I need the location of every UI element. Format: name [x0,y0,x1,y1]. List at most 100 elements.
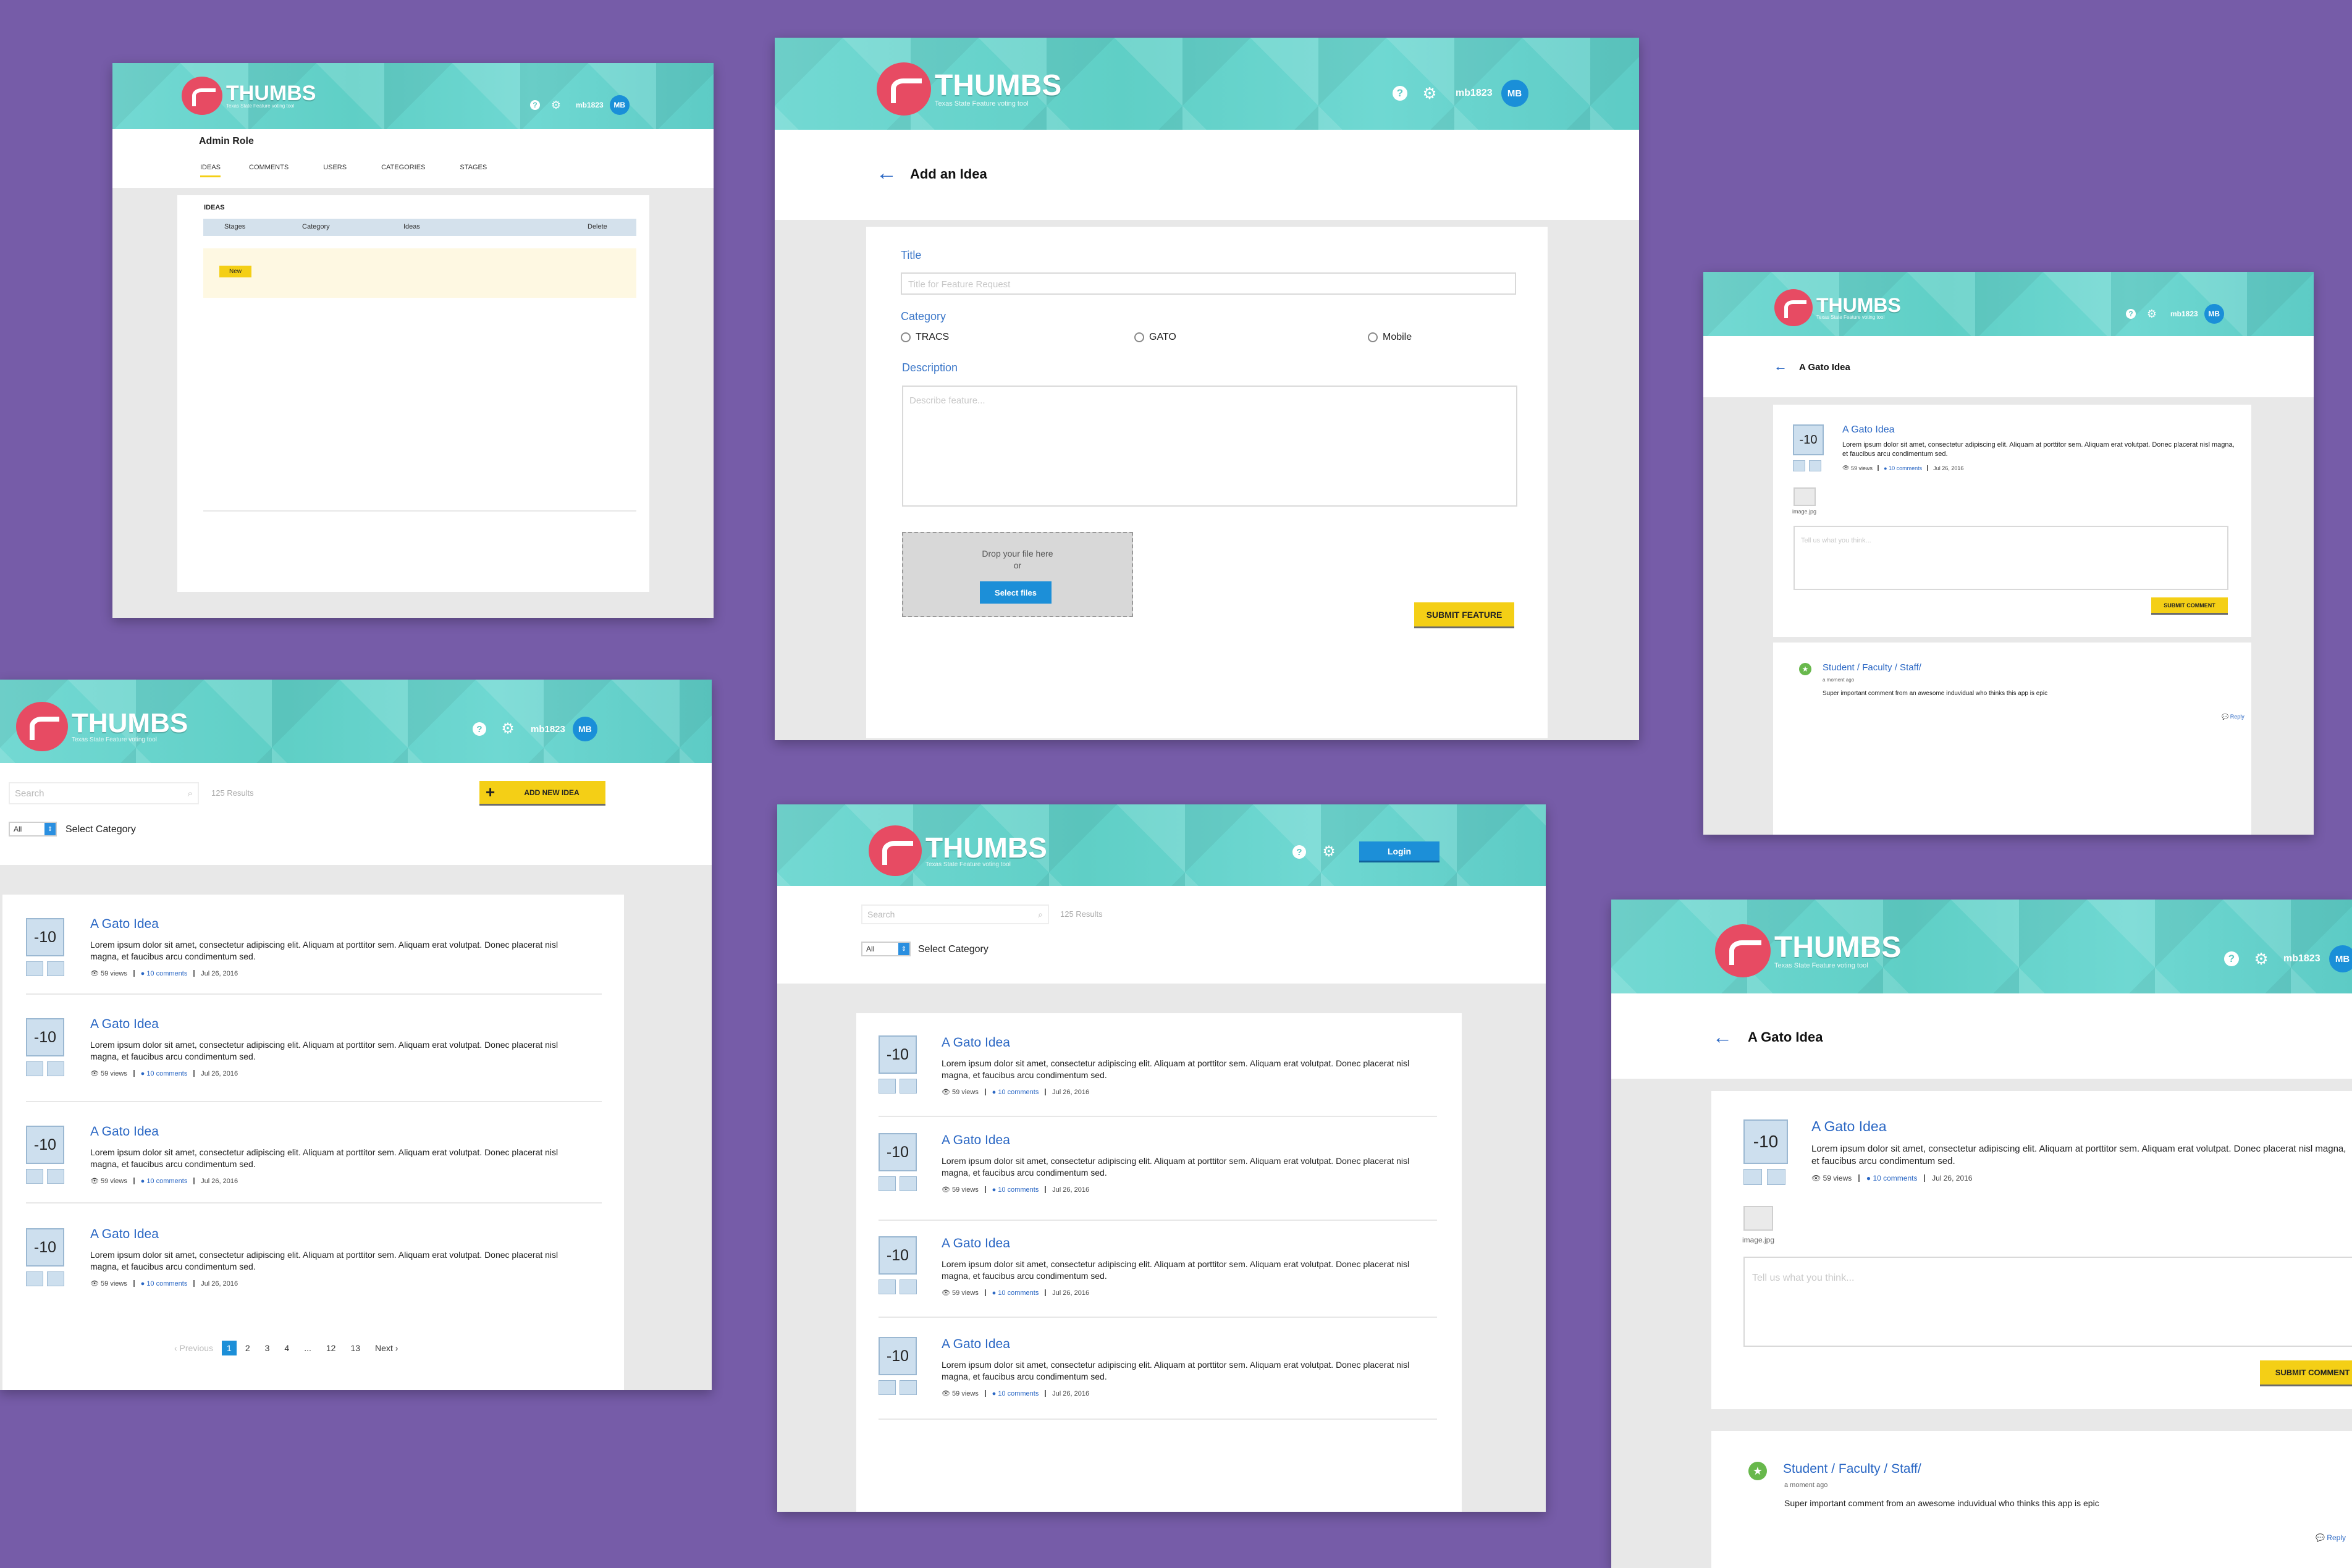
thumbs-up-icon[interactable] [879,1279,896,1294]
thumbs-down-icon[interactable] [900,1380,917,1395]
help-icon[interactable]: ? [530,100,540,110]
thumbs-logo[interactable]: THUMBS Texas State Feature voting tool [16,702,188,751]
page-13[interactable]: 13 [350,1343,360,1353]
gear-icon[interactable]: ⚙ [2146,308,2158,320]
gear-icon[interactable]: ⚙ [1421,85,1438,102]
idea-title[interactable]: A Gato Idea [942,1236,1010,1251]
username[interactable]: mb1823 [576,101,604,109]
tab-stages[interactable]: STAGES [460,164,487,177]
comment-count[interactable]: 10 comments [998,1186,1039,1194]
comment-count[interactable]: 10 comments [998,1089,1039,1096]
tab-ideas[interactable]: IDEAS [200,164,221,177]
search-input[interactable]: Search ⌕ [9,782,199,804]
comment-count[interactable]: 10 comments [998,1390,1039,1397]
avatar[interactable]: MB [572,717,597,741]
idea-title[interactable]: A Gato Idea [90,917,159,932]
idea-title[interactable]: A Gato Idea [90,1017,159,1032]
search-input[interactable]: Search ⌕ [861,904,1049,924]
back-arrow-icon[interactable]: ← [876,161,897,185]
comment-textarea[interactable]: Tell us what you think... [1794,526,2228,590]
thumbs-down-icon[interactable] [47,961,64,976]
list-item[interactable]: -10 A Gato Idea Lorem ipsum dolor sit am… [2,1205,624,1316]
username[interactable]: mb1823 [1456,88,1493,99]
file-dropzone[interactable]: Drop your file here or Select files [902,532,1133,617]
list-item[interactable]: -10 A Gato Idea Lorem ipsum dolor sit am… [2,995,624,1106]
comment-count[interactable]: 10 comments [1889,465,1922,471]
thumbs-down-icon[interactable] [900,1176,917,1191]
list-item[interactable]: -10 A Gato Idea Lorem ipsum dolor sit am… [2,895,624,1006]
thumbs-up-icon[interactable] [26,1061,43,1076]
list-item[interactable]: -10 A Gato Idea Lorem ipsum dolor sit am… [856,1013,1462,1118]
page-3[interactable]: 3 [265,1343,270,1353]
comment-count[interactable]: 10 comments [146,970,187,977]
submit-feature-button[interactable]: SUBMIT FEATURE [1414,602,1514,628]
page-2[interactable]: 2 [245,1343,250,1353]
select-files-button[interactable]: Select files [980,581,1052,604]
thumbs-up-icon[interactable] [879,1079,896,1094]
pagination-previous[interactable]: ‹ Previous [174,1343,213,1353]
idea-title[interactable]: A Gato Idea [90,1227,159,1242]
thumbs-down-icon[interactable] [47,1271,64,1286]
thumbs-down-icon[interactable] [1767,1169,1785,1185]
comment-count[interactable]: 10 comments [146,1280,187,1288]
list-item[interactable]: -10 A Gato Idea Lorem ipsum dolor sit am… [2,1102,624,1213]
help-icon[interactable]: ? [1393,86,1407,101]
help-icon[interactable]: ? [2126,309,2136,319]
gear-icon[interactable]: ⚙ [550,99,562,111]
page-1[interactable]: 1 [222,1341,237,1355]
title-input[interactable]: Title for Feature Request [901,272,1516,295]
thumbs-up-icon[interactable] [26,961,43,976]
username[interactable]: mb1823 [2283,953,2320,964]
thumbs-logo[interactable]: THUMBS Texas State Feature voting tool [869,825,1047,876]
list-item[interactable]: -10 A Gato Idea Lorem ipsum dolor sit am… [856,1214,1462,1319]
back-arrow-icon[interactable]: ← [1774,358,1787,374]
thumbs-down-icon[interactable] [47,1061,64,1076]
username[interactable]: mb1823 [531,724,565,735]
thumbs-up-icon[interactable] [879,1380,896,1395]
category-radio-mobile[interactable]: Mobile [1368,332,1412,343]
idea-title[interactable]: A Gato Idea [1842,424,1895,436]
username[interactable]: mb1823 [2170,310,2198,318]
list-item[interactable]: -10 A Gato Idea Lorem ipsum dolor sit am… [856,1315,1462,1420]
reply-link[interactable]: 💬 Reply [2316,1533,2346,1542]
thumbs-down-icon[interactable] [900,1079,917,1094]
tab-users[interactable]: USERS [323,164,347,177]
avatar[interactable]: MB [2204,304,2224,324]
image-attachment-icon[interactable] [1794,487,1816,506]
add-new-idea-button[interactable]: + ADD NEW IDEA [479,781,605,806]
idea-title[interactable]: A Gato Idea [942,1133,1010,1148]
thumbs-logo[interactable]: THUMBS Texas State Feature voting tool [877,62,1061,116]
page-12[interactable]: 12 [326,1343,336,1353]
category-radio-gato[interactable]: GATO [1134,332,1176,343]
help-icon[interactable]: ? [1292,845,1306,859]
avatar[interactable]: MB [609,95,630,115]
thumbs-down-icon[interactable] [900,1279,917,1294]
pagination-next[interactable]: Next › [375,1343,398,1353]
thumbs-logo[interactable]: THUMBS Texas State Feature voting tool [182,77,316,115]
tab-comments[interactable]: COMMENTS [249,164,289,177]
table-row[interactable]: New [203,248,636,298]
avatar[interactable]: MB [1501,80,1528,107]
stage-badge[interactable]: New [219,266,252,277]
category-radio-tracs[interactable]: TRACS [901,332,949,343]
commenter-name[interactable]: Student / Faculty / Staff/ [1823,662,1921,673]
thumbs-logo[interactable]: THUMBS Texas State Feature voting tool [1774,289,1901,326]
thumbs-down-icon[interactable] [47,1169,64,1184]
idea-title[interactable]: A Gato Idea [942,1337,1010,1352]
thumbs-down-icon[interactable] [1809,460,1821,471]
reply-link[interactable]: 💬 Reply [2222,714,2245,720]
back-arrow-icon[interactable]: ← [1713,1026,1732,1048]
gear-icon[interactable]: ⚙ [2253,950,2270,967]
gear-icon[interactable]: ⚙ [500,721,516,737]
comment-count[interactable]: 10 comments [998,1289,1039,1297]
login-button[interactable]: Login [1359,841,1439,862]
submit-comment-button[interactable]: SUBMIT COMMENT [2260,1360,2352,1386]
comment-textarea[interactable]: Tell us what you think... [1743,1257,2352,1347]
thumbs-up-icon[interactable] [26,1169,43,1184]
list-item[interactable]: -10 A Gato Idea Lorem ipsum dolor sit am… [856,1111,1462,1221]
help-icon[interactable]: ? [473,722,486,736]
commenter-name[interactable]: Student / Faculty / Staff/ [1783,1462,1921,1477]
idea-title[interactable]: A Gato Idea [942,1035,1010,1050]
description-textarea[interactable]: Describe feature... [902,386,1517,507]
help-icon[interactable]: ? [2224,951,2239,966]
